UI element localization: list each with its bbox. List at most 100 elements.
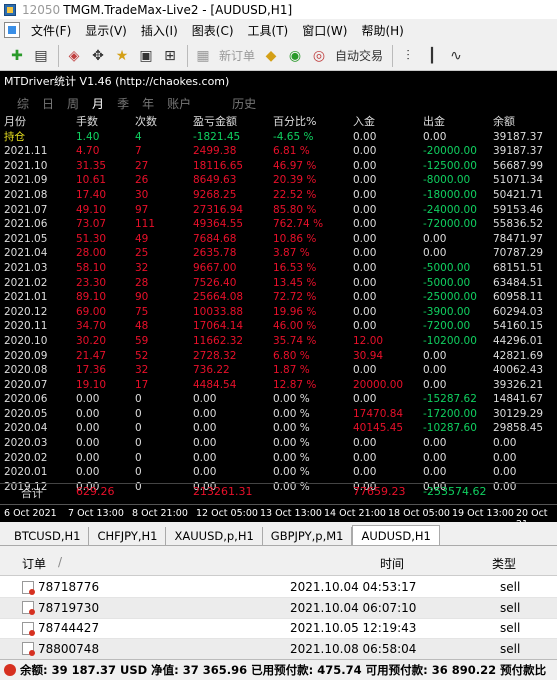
menu-window[interactable]: 窗口(W) (295, 19, 354, 41)
symbol-tab[interactable]: CHFJPY,H1 (89, 527, 167, 545)
table-cell: 31.35 (76, 159, 107, 172)
table-cell: -15287.62 (423, 393, 477, 406)
table-cell: 2020.04 (4, 422, 48, 435)
period-tab[interactable]: 周 (67, 95, 79, 112)
table-cell: 2020.08 (4, 364, 48, 377)
order-row[interactable]: 78744427 2021.10.05 12:19:43 sell (0, 618, 557, 639)
table-cell: 72.72 % (273, 291, 317, 304)
table-cell: 1.40 (76, 130, 100, 143)
table-cell: 56687.99 (493, 159, 544, 172)
table-cell: 0.00 (423, 232, 447, 245)
table-cell: 0.00 (423, 349, 447, 362)
table-cell: 2020.07 (4, 378, 48, 391)
table-cell: 111 (135, 218, 156, 231)
profiles-icon[interactable]: ▤ (30, 45, 52, 67)
period-tabs: 综日周月季年账户 历史 (17, 95, 269, 112)
menu-charts[interactable]: 图表(C) (185, 19, 241, 41)
order-type: sell (500, 580, 521, 594)
table-cell: 0.00 (76, 407, 100, 420)
order-time: 2021.10.08 06:58:04 (290, 641, 417, 656)
favorites-icon[interactable]: ★ (111, 45, 133, 67)
terminal-icon[interactable]: ▣ (135, 45, 157, 67)
table-cell: 0 (135, 393, 142, 406)
table-row: 2020.04 0.00 0 0.00 0.00 % 40145.45 -10287.60 2… (0, 421, 557, 436)
indicator-icon[interactable]: ◉ (284, 45, 306, 67)
table-row: 2020.10 30.20 59 11662.32 35.74 % 12.00 -10200… (0, 334, 557, 349)
symbol-tab[interactable]: AUDUSD,H1 (352, 525, 440, 545)
auto-trade-icon[interactable]: ◎ (308, 45, 330, 67)
time-axis-label: 13 Oct 13:00 (260, 508, 322, 519)
table-cell: 2021.08 (4, 188, 48, 201)
table-cell: 0.00 (76, 437, 100, 450)
table-cell: 19.96 % (273, 305, 317, 318)
history-tab[interactable]: 历史 (232, 95, 256, 112)
candlestick-icon[interactable]: ┃ (421, 45, 443, 67)
table-row: 2020.09 21.47 52 2728.32 6.80 % 30.94 0.00 4282… (0, 349, 557, 364)
table-cell: 28 (135, 276, 149, 289)
menu-file[interactable]: 文件(F) (24, 19, 78, 41)
window-title-prefix: 12050 (22, 2, 61, 17)
table-cell: 手数 (76, 115, 98, 128)
order-row[interactable]: 78718776 2021.10.04 04:53:17 sell (0, 577, 557, 598)
order-id: 78744427 (38, 621, 100, 635)
new-order-button[interactable]: 新订单 (216, 45, 258, 67)
menu-view[interactable]: 显示(V) (78, 19, 134, 41)
table-cell: 30129.29 (493, 407, 544, 420)
column-time[interactable]: 时间 (380, 555, 404, 572)
symbol-tab[interactable]: XAUUSD,p,H1 (166, 527, 263, 545)
time-axis-label: 19 Oct 13:00 (452, 508, 514, 519)
table-cell: 0.00 (353, 203, 377, 216)
period-tab[interactable]: 月 (92, 95, 104, 112)
symbol-tab[interactable]: BTCUSD,H1 (6, 527, 90, 545)
column-order[interactable]: 订单 (22, 555, 46, 572)
table-cell: 0.00 (353, 218, 377, 231)
symbol-tab[interactable]: GBPJPY,p,M1 (262, 527, 353, 545)
column-type[interactable]: 类型 (492, 555, 516, 572)
order-type: sell (500, 621, 521, 635)
period-tab[interactable]: 综 (17, 95, 29, 112)
auto-trade-button[interactable]: 自动交易 (332, 45, 386, 67)
strategy-tester-icon[interactable]: ⊞ (159, 45, 181, 67)
table-cell: 盈亏金额 (193, 115, 237, 128)
period-tab[interactable]: 账户 (167, 95, 191, 112)
table-cell: 26 (135, 174, 149, 187)
total-lots: 629.26 (76, 485, 115, 498)
table-cell: -17200.00 (423, 407, 477, 420)
period-tab[interactable]: 季 (117, 95, 129, 112)
menu-insert[interactable]: 插入(I) (134, 19, 185, 41)
new-chart-icon[interactable]: ✚ (6, 45, 28, 67)
total-deposit: 77659.23 (353, 485, 406, 498)
metaeditor-icon[interactable]: ◆ (260, 45, 282, 67)
table-cell: 0.00 (193, 407, 217, 420)
table-cell: -18000.00 (423, 188, 477, 201)
period-tab[interactable]: 年 (142, 95, 154, 112)
navigator-icon[interactable]: ✥ (87, 45, 109, 67)
order-row[interactable]: 78719730 2021.10.04 06:07:10 sell (0, 597, 557, 619)
table-row: 2021.08 17.40 30 9268.25 22.52 % 0.00 -18000.0… (0, 188, 557, 203)
menu-tools[interactable]: 工具(T) (241, 19, 296, 41)
new-order-icon[interactable]: ▦ (192, 45, 214, 67)
order-icon (22, 621, 35, 636)
menu-help[interactable]: 帮助(H) (354, 19, 410, 41)
chart-window[interactable]: MTDriver统计 V1.46 (http://chaokes.com) 综日… (0, 71, 557, 504)
table-cell: 4 (135, 130, 142, 143)
table-cell: 0.00 (423, 364, 447, 377)
market-watch-icon[interactable]: ◈ (63, 45, 85, 67)
line-chart-icon[interactable]: ∿ (445, 45, 467, 67)
table-cell: 0.00 (353, 247, 377, 260)
table-cell: 60294.03 (493, 305, 544, 318)
order-row[interactable]: 78800748 2021.10.08 06:58:04 sell (0, 638, 557, 660)
window-titlebar: 12050 TMGM.TradeMax-Live2 - [AUDUSD,H1] (0, 0, 557, 19)
period-tab[interactable]: 日 (42, 95, 54, 112)
table-cell: 75 (135, 305, 149, 318)
table-cell: 持仓 (4, 130, 25, 143)
table-cell: 0.00 (353, 364, 377, 377)
table-row: 2020.03 0.00 0 0.00 0.00 % 0.00 0.00 0.00 (0, 436, 557, 451)
table-cell: 762.74 % (273, 218, 324, 231)
table-cell: 51071.34 (493, 174, 544, 187)
document-icon[interactable] (4, 22, 20, 38)
bar-chart-icon[interactable]: ⫶ (397, 45, 419, 67)
table-header-row: 月份 手数 次数 盈亏金额 百分比% 入金 出金 余额 (0, 115, 557, 130)
table-row: 2020.01 0.00 0 0.00 0.00 % 0.00 0.00 0.00 (0, 465, 557, 480)
table-cell: 40062.43 (493, 364, 544, 377)
